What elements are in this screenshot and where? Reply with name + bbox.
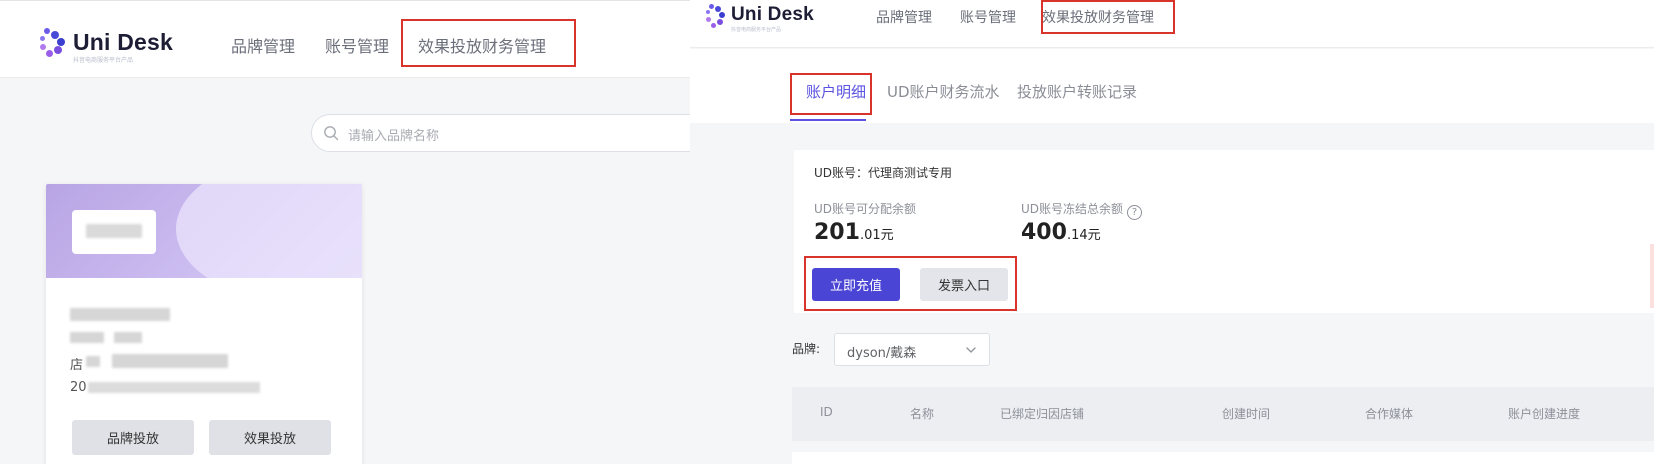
available-balance-value: 201.01元 bbox=[814, 220, 894, 245]
account-table-header: ID 名称 已绑定归因店铺 创建时间 合作媒体 账户创建进度 bbox=[792, 387, 1654, 441]
account-summary-panel: UD账号：代理商测试专用 UD账号可分配余额 201.01元 UD账号冻结总余额… bbox=[794, 150, 1654, 313]
help-icon[interactable]: ? bbox=[1127, 205, 1143, 220]
nav-brand-management[interactable]: 品牌管理 bbox=[876, 7, 932, 27]
tab-transfer-records[interactable]: 投放账户转账记录 bbox=[1017, 81, 1137, 102]
left-top-bar: Uni Desk 抖音电商服务平台产品 品牌管理 账号管理 效果投放财务管理 bbox=[0, 0, 690, 78]
logo-text: Uni Desk bbox=[731, 4, 814, 25]
search-icon bbox=[324, 126, 339, 141]
brand-filter-label: 品牌: bbox=[792, 342, 821, 356]
ud-account-title: UD账号：代理商测试专用 bbox=[814, 166, 953, 180]
performance-delivery-button[interactable]: 效果投放 bbox=[209, 420, 331, 455]
chevron-down-icon bbox=[966, 347, 976, 353]
finance-tabs: 账户明细 UD账户财务流水 投放账户转账记录 bbox=[690, 49, 1654, 123]
right-top-bar: Uni Desk 抖音电商服务平台产品 品牌管理 账号管理 效果投放财务管理 bbox=[690, 0, 1654, 48]
nav-account-management[interactable]: 账号管理 bbox=[960, 7, 1016, 27]
date-range: 20 bbox=[70, 380, 87, 395]
brand-search-input[interactable]: 请输入品牌名称 bbox=[311, 114, 690, 152]
search-placeholder: 请输入品牌名称 bbox=[348, 129, 440, 144]
tab-ud-account-flow[interactable]: UD账户财务流水 bbox=[887, 81, 1000, 102]
column-id[interactable]: ID bbox=[820, 405, 833, 419]
app-logo[interactable]: Uni Desk 抖音电商服务平台产品 bbox=[706, 4, 814, 33]
frozen-balance-value: 400.14元 bbox=[1021, 220, 1101, 245]
highlight-box-nav bbox=[1041, 0, 1175, 34]
brand-select-value: dyson/戴森 bbox=[847, 346, 917, 361]
left-screenshot: Uni Desk 抖音电商服务平台产品 品牌管理 账号管理 效果投放财务管理 请… bbox=[0, 0, 690, 464]
brand-card-banner bbox=[46, 184, 362, 278]
column-creation-progress[interactable]: 账户创建进度 bbox=[1508, 405, 1580, 422]
table-row[interactable] bbox=[792, 452, 1654, 464]
active-tab-indicator bbox=[790, 119, 866, 121]
frozen-balance-label: UD账号冻结总余额? bbox=[1021, 200, 1143, 220]
nav-account-management[interactable]: 账号管理 bbox=[325, 33, 389, 57]
highlight-box-tab bbox=[790, 73, 872, 115]
logo-text: Uni Desk bbox=[73, 29, 174, 55]
brand-select[interactable]: dyson/戴森 bbox=[834, 333, 990, 366]
brand-delivery-button[interactable]: 品牌投放 bbox=[72, 420, 194, 455]
highlight-box-buttons bbox=[804, 256, 1017, 311]
column-bound-shops[interactable]: 已绑定归因店铺 bbox=[1000, 405, 1084, 422]
nav-brand-management[interactable]: 品牌管理 bbox=[231, 33, 295, 57]
brand-logo bbox=[72, 210, 156, 254]
logo-tagline: 抖音电商服务平台产品 bbox=[73, 57, 134, 64]
available-balance-label: UD账号可分配余额 bbox=[814, 202, 917, 216]
column-name[interactable]: 名称 bbox=[910, 405, 934, 422]
logo-mark-icon bbox=[706, 4, 726, 30]
logo-tagline: 抖音电商服务平台产品 bbox=[731, 27, 782, 33]
highlight-box-nav bbox=[401, 19, 576, 67]
app-logo[interactable]: Uni Desk 抖音电商服务平台产品 bbox=[40, 28, 174, 64]
logo-mark-icon bbox=[40, 28, 66, 58]
column-media[interactable]: 合作媒体 bbox=[1365, 405, 1413, 422]
shop-label: 店 bbox=[70, 358, 84, 373]
column-created-time[interactable]: 创建时间 bbox=[1222, 405, 1270, 422]
brand-name-redacted bbox=[70, 308, 170, 321]
right-screenshot: Uni Desk 抖音电商服务平台产品 品牌管理 账号管理 效果投放财务管理 账… bbox=[690, 0, 1654, 464]
